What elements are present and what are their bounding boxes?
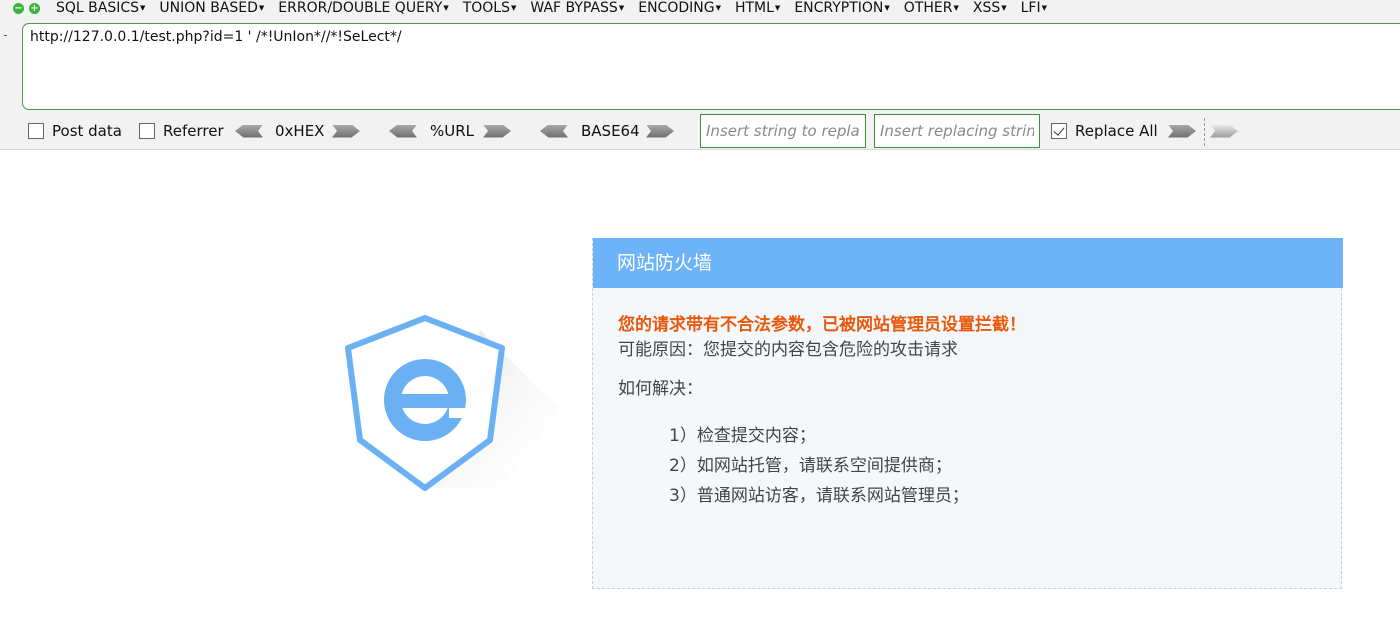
replace-all-checkbox[interactable]	[1051, 123, 1067, 139]
list-item: 2）如网站托管，请联系空间提供商；	[669, 456, 952, 476]
letter-e-gap	[449, 408, 470, 418]
firewall-shield-logo	[345, 315, 560, 491]
menu-label: OTHER	[903, 0, 953, 16]
caret-down-icon: ▼	[618, 4, 625, 12]
url-decode-button[interactable]	[389, 114, 417, 148]
url-encode-button[interactable]	[483, 114, 511, 148]
url-label: %URL	[430, 122, 475, 140]
referrer-checkbox[interactable]	[139, 123, 155, 139]
menu-label: XSS	[972, 0, 1001, 16]
replacing-string-input[interactable]	[874, 114, 1040, 148]
menu-tools[interactable]: TOOLS▼	[456, 1, 524, 15]
caret-down-icon: ▼	[884, 4, 890, 12]
replace-run-button[interactable]	[1168, 114, 1196, 148]
how-to-fix-label: 如何解决：	[618, 379, 703, 399]
collapse-icon[interactable]: −	[13, 2, 24, 14]
menubar: − + SQL BASICS▼ UNION BASED▼ ERROR/DOUBL…	[0, 0, 1400, 16]
arrow-left-icon	[540, 124, 568, 138]
menu-encoding[interactable]: ENCODING▼	[631, 1, 728, 15]
replace-all-label: Replace All	[1075, 122, 1158, 140]
referrer-label: Referrer	[163, 122, 224, 140]
base64-label: BASE64	[581, 122, 640, 140]
menu-label: TOOLS	[462, 0, 510, 16]
menu-label: SQL BASICS	[56, 0, 140, 16]
menu-union-based[interactable]: UNION BASED▼	[152, 1, 271, 15]
panel-body: 您的请求带有不合法参数，已被网站管理员设置拦截！ 可能原因：您提交的内容包含危险…	[618, 313, 1318, 511]
menu-waf-bypass[interactable]: WAF BYPASS▼	[523, 1, 631, 15]
list-item: 3）普通网站访客，请联系网站管理员；	[669, 486, 969, 506]
caret-down-icon: ▼	[1041, 4, 1047, 12]
caret-down-icon: ▼	[953, 4, 959, 12]
menu-error-double-query[interactable]: ERROR/DOUBLE QUERY▼	[271, 1, 455, 15]
hex-label: 0xHEX	[275, 122, 325, 140]
caret-down-icon: ▼	[1001, 4, 1007, 12]
replace-all-toggle[interactable]: Replace All	[1051, 114, 1158, 148]
arrow-right-icon	[1210, 124, 1238, 138]
menu-encryption[interactable]: ENCRYPTION▼	[787, 1, 896, 15]
arrow-right-icon	[332, 124, 360, 138]
panel-title: 网站防火墙	[593, 238, 1343, 288]
replace-reverse-button[interactable]	[1210, 114, 1238, 148]
base64-decode-button[interactable]	[540, 114, 568, 148]
menu-label: UNION BASED	[159, 0, 258, 16]
post-data-toggle[interactable]: Post data	[28, 114, 122, 148]
menu-label: LFI	[1020, 0, 1041, 16]
caret-down-icon: ▼	[258, 4, 265, 12]
caret-down-icon: ▼	[510, 4, 517, 12]
url-input[interactable]: http://127.0.0.1/test.php?id=1 ' /*!UnIo…	[22, 23, 1400, 110]
menu-html[interactable]: HTML▼	[728, 1, 787, 15]
referrer-toggle[interactable]: Referrer	[139, 114, 224, 148]
block-reason: 可能原因：您提交的内容包含危险的攻击请求	[618, 340, 958, 360]
menu-label: ERROR/DOUBLE QUERY	[278, 0, 443, 16]
expand-icon[interactable]: +	[29, 2, 40, 14]
hex-decode-button[interactable]	[235, 114, 263, 148]
menu-label: WAF BYPASS	[530, 0, 618, 16]
caret-down-icon: ▼	[140, 4, 146, 12]
gutter-tick	[4, 35, 7, 36]
menu-label: ENCRYPTION	[794, 0, 884, 16]
menu-lfi[interactable]: LFI▼	[1014, 1, 1054, 15]
post-data-checkbox[interactable]	[28, 123, 44, 139]
arrow-right-icon	[646, 124, 674, 138]
arrow-right-icon	[1168, 124, 1196, 138]
firewall-panel: 网站防火墙 您的请求带有不合法参数，已被网站管理员设置拦截！ 可能原因：您提交的…	[592, 238, 1343, 589]
menu-label: ENCODING	[638, 0, 715, 16]
arrow-right-icon	[483, 124, 511, 138]
menu-other[interactable]: OTHER▼	[897, 1, 966, 15]
menu-label: HTML	[734, 0, 774, 16]
arrow-left-icon	[389, 124, 417, 138]
hackbar: − + SQL BASICS▼ UNION BASED▼ ERROR/DOUBL…	[0, 0, 1400, 150]
arrow-left-icon	[235, 124, 263, 138]
post-data-label: Post data	[52, 122, 122, 140]
caret-down-icon: ▼	[715, 4, 721, 12]
caret-down-icon: ▼	[774, 4, 781, 12]
hackbar-toolbar: Post data Referrer 0xHEX %URL BASE64 Rep…	[0, 114, 1400, 148]
block-warning: 您的请求带有不合法参数，已被网站管理员设置拦截！	[618, 315, 1026, 335]
toolbar-separator	[1204, 118, 1205, 146]
replace-string-input[interactable]	[700, 114, 866, 148]
caret-down-icon: ▼	[443, 4, 449, 12]
menu-sql-basics[interactable]: SQL BASICS▼	[49, 1, 152, 15]
base64-encode-button[interactable]	[646, 114, 674, 148]
list-item: 1）检查提交内容；	[669, 426, 816, 446]
menu-xss[interactable]: XSS▼	[966, 1, 1014, 15]
hex-encode-button[interactable]	[332, 114, 360, 148]
letter-e-bar	[385, 394, 465, 408]
fix-steps: 1）检查提交内容； 2）如网站托管，请联系空间提供商； 3）普通网站访客，请联系…	[618, 421, 1318, 511]
